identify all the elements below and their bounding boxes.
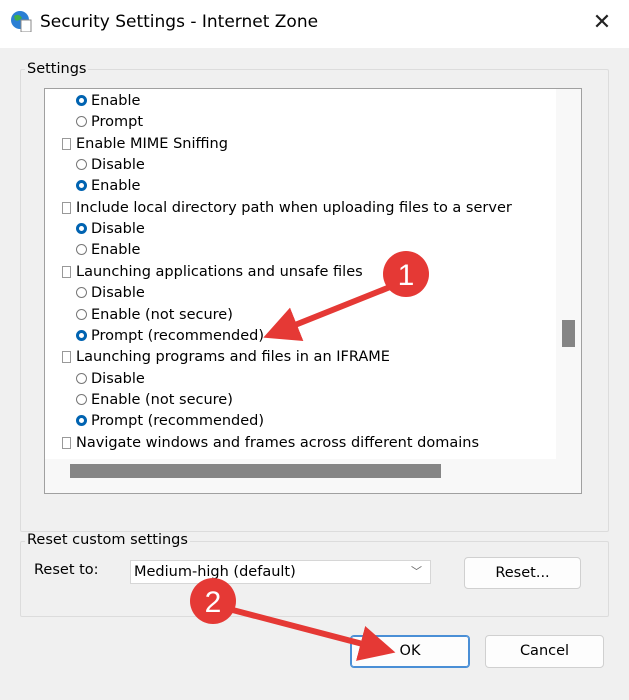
annotation-overlay: 1 2 <box>190 251 429 661</box>
annotation-number-2: 2 <box>205 586 222 619</box>
annotation-number-1: 1 <box>398 259 415 292</box>
annotation-arrow-2 <box>224 605 396 661</box>
annotation-arrow-1 <box>263 282 397 342</box>
